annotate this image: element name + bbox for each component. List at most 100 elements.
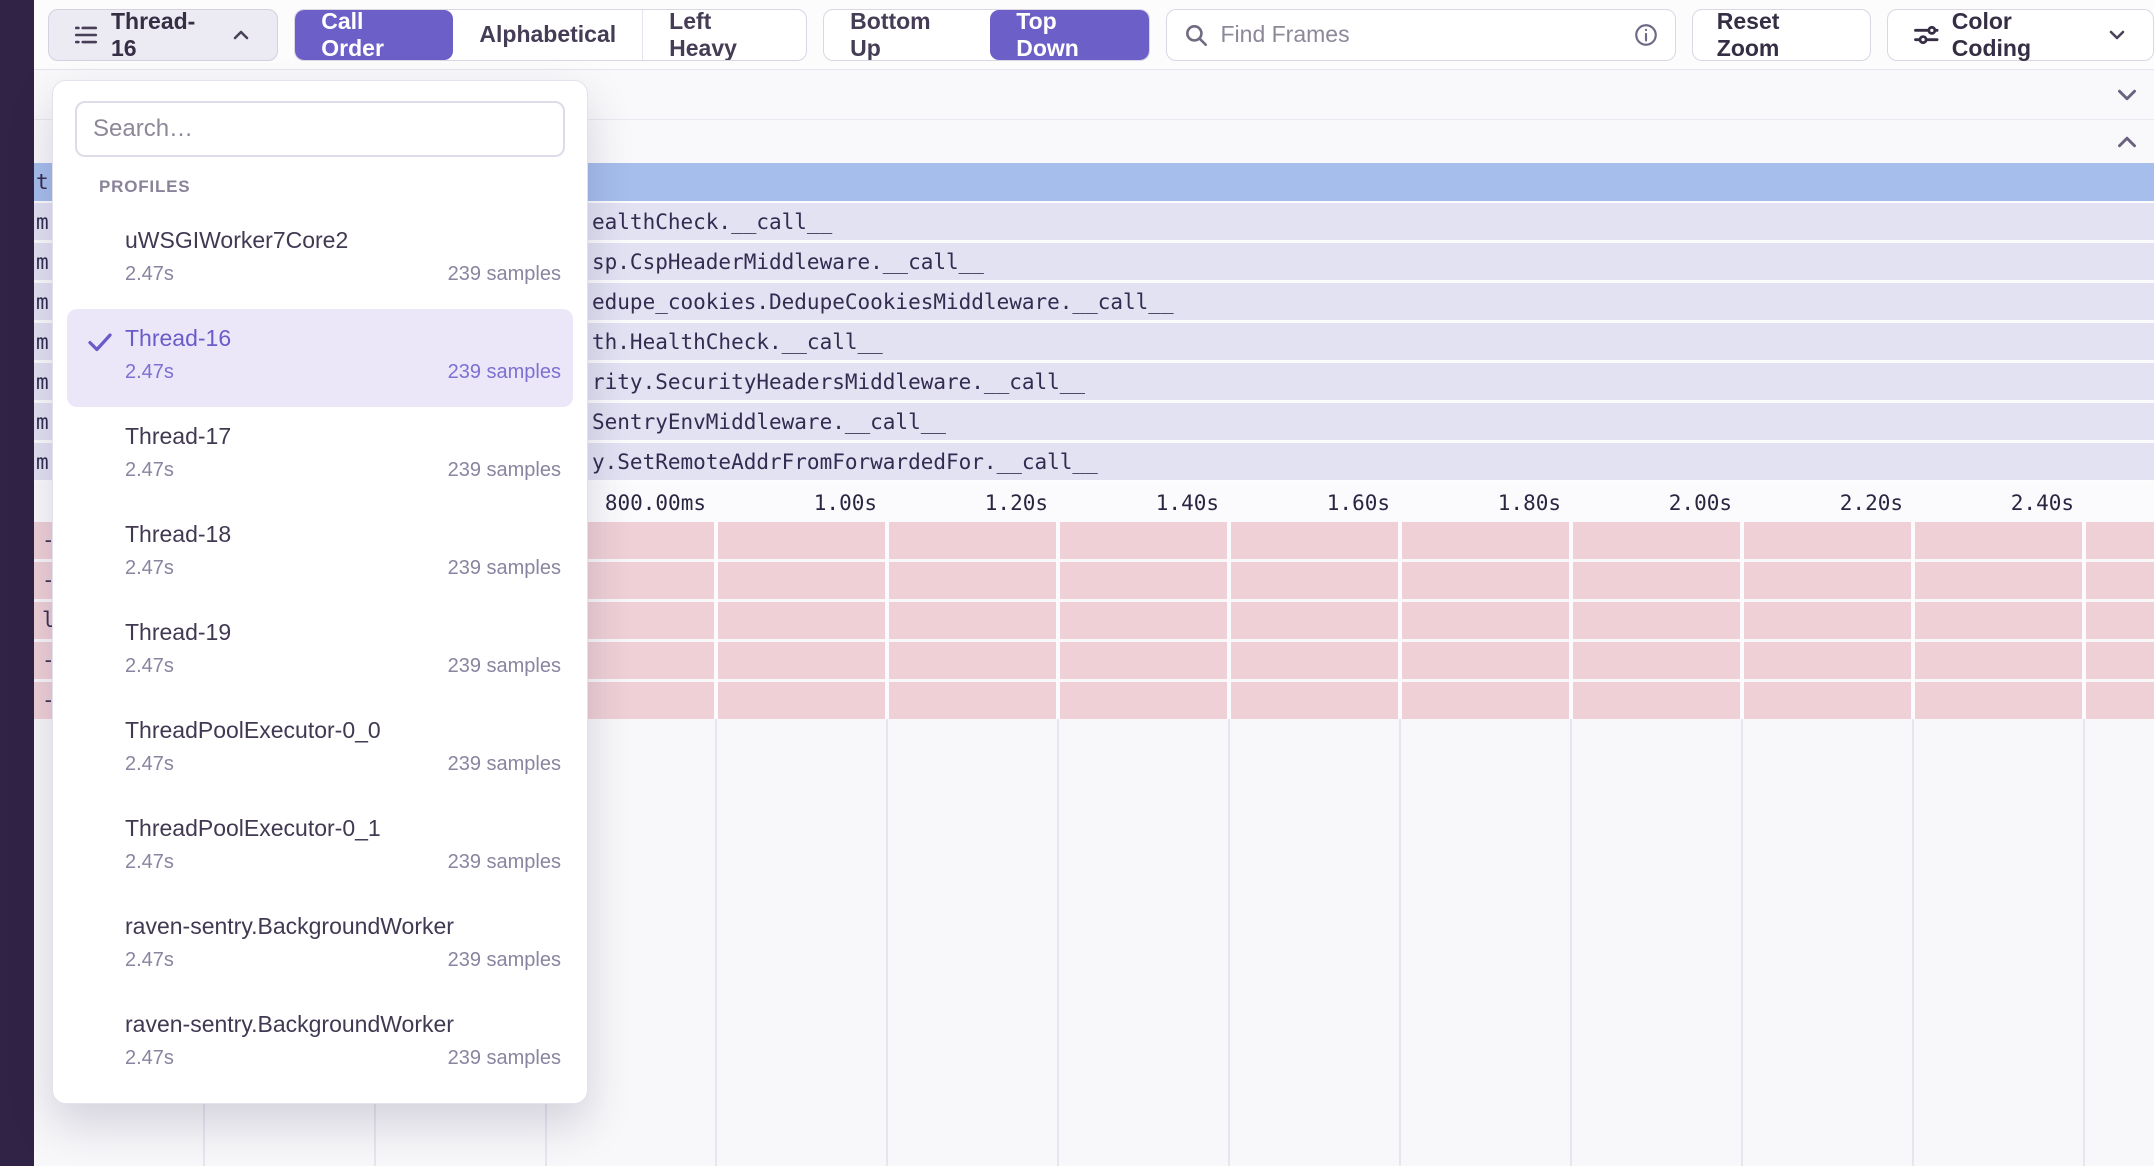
gridline (886, 719, 888, 1166)
direction-segmented-control: Bottom Up Top Down (823, 9, 1149, 61)
frame-label: th.HealthCheck.__call__ (592, 330, 883, 354)
thread-item-duration: 2.47s (125, 1047, 174, 1070)
gridline (1399, 719, 1401, 1166)
thread-item-samples: 239 samples (448, 655, 561, 678)
find-frames-input[interactable] (1221, 21, 1621, 48)
time-axis-label: 2.20s (1713, 491, 1903, 515)
search-icon (1183, 22, 1209, 48)
collapse-down-button[interactable] (2110, 78, 2144, 112)
thread-item-name: uWSGIWorker7Core2 (125, 225, 561, 255)
thread-item-duration: 2.47s (125, 949, 174, 972)
gridline (2082, 522, 2086, 719)
thread-item-duration: 2.47s (125, 263, 174, 286)
frame-fragment: m (36, 290, 49, 314)
checkmark-icon (85, 327, 115, 357)
time-axis-label: 2.40s (1884, 491, 2074, 515)
sort-option-alphabetical[interactable]: Alphabetical (453, 10, 642, 60)
thread-item[interactable]: uWSGIWorker7Core2 2.47s 239 samples (67, 211, 573, 309)
time-axis-label: 1.00s (687, 491, 877, 515)
thread-item-samples: 239 samples (448, 557, 561, 580)
frame-fragment: m (36, 250, 49, 274)
gridline (1227, 522, 1231, 719)
collapse-up-button[interactable] (2110, 125, 2144, 159)
frame-label: sp.CspHeaderMiddleware.__call__ (592, 250, 984, 274)
frame-fragment: m (36, 210, 49, 234)
color-coding-label: Color Coding (1952, 8, 2093, 62)
thread-item-duration: 2.47s (125, 459, 174, 482)
thread-item-samples: 239 samples (448, 949, 561, 972)
gridline (1398, 522, 1402, 719)
thread-item[interactable]: ThreadPoolExecutor-0_1 2.47s 239 samples (67, 799, 573, 897)
gridline (885, 522, 889, 719)
thread-item[interactable]: Thread-18 2.47s 239 samples (67, 505, 573, 603)
reset-zoom-label: Reset Zoom (1717, 8, 1846, 62)
direction-option-top-down[interactable]: Top Down (990, 10, 1148, 60)
info-icon[interactable] (1633, 22, 1659, 48)
time-axis-label: 1.40s (1029, 491, 1219, 515)
thread-item-name: ThreadPoolExecutor-0_1 (125, 813, 561, 843)
direction-option-bottom-up[interactable]: Bottom Up (824, 10, 990, 60)
list-icon (73, 22, 99, 48)
thread-item-name: raven-sentry.BackgroundWorker (125, 911, 561, 941)
gridline (714, 522, 718, 719)
time-axis-label: 1.20s (858, 491, 1048, 515)
thread-item-name: ThreadPoolExecutor-0_0 (125, 715, 561, 745)
gridline (1740, 522, 1744, 719)
thread-item[interactable]: ThreadPoolExecutor-0_0 2.47s 239 samples (67, 701, 573, 799)
reset-zoom-button[interactable]: Reset Zoom (1692, 9, 1871, 61)
thread-item[interactable]: Thread-17 2.47s 239 samples (67, 407, 573, 505)
thread-item-duration: 2.47s (125, 851, 174, 874)
chevron-down-icon (2105, 23, 2129, 47)
thread-item-name: Thread-17 (125, 421, 561, 451)
chevron-up-icon (2112, 127, 2142, 157)
frame-label: rity.SecurityHeadersMiddleware.__call__ (592, 370, 1085, 394)
chevron-up-icon (229, 23, 253, 47)
frame-label: edupe_cookies.DedupeCookiesMiddleware.__… (592, 290, 1174, 314)
thread-item-duration: 2.47s (125, 655, 174, 678)
frame-fragment: m (36, 370, 49, 394)
time-axis-label: 1.60s (1200, 491, 1390, 515)
thread-item[interactable]: raven-sentry.BackgroundWorker 2.47s 239 … (67, 897, 573, 995)
thread-item-selected[interactable]: Thread-16 2.47s 239 samples (67, 309, 573, 407)
thread-item-name: raven-sentry.BackgroundWorker (125, 1009, 561, 1039)
gridline (715, 719, 717, 1166)
toolbar: Thread-16 Call Order Alphabetical Left H… (34, 0, 2154, 70)
gridline (1228, 719, 1230, 1166)
time-axis-label: 2.00s (1542, 491, 1732, 515)
thread-item-samples: 239 samples (448, 263, 561, 286)
sort-option-left-heavy[interactable]: Left Heavy (642, 10, 806, 60)
thread-item-samples: 239 samples (448, 459, 561, 482)
sort-option-call-order[interactable]: Call Order (295, 10, 453, 60)
gridline (1056, 522, 1060, 719)
thread-search-input[interactable] (75, 101, 565, 157)
gridline (2083, 719, 2085, 1166)
frame-label: ealthCheck.__call__ (592, 210, 832, 234)
thread-item-duration: 2.47s (125, 753, 174, 776)
thread-item-duration: 2.47s (125, 557, 174, 580)
thread-list: uWSGIWorker7Core2 2.47s 239 samples Thre… (67, 211, 573, 1093)
thread-item-samples: 239 samples (448, 361, 561, 384)
color-coding-button[interactable]: Color Coding (1887, 9, 2154, 61)
frame-fragment: m (36, 450, 49, 474)
thread-selector-button[interactable]: Thread-16 (48, 9, 278, 61)
gridline (1569, 522, 1573, 719)
sidebar-strip (0, 0, 34, 1166)
thread-item-name: Thread-16 (125, 323, 561, 353)
chevron-down-icon (2112, 80, 2142, 110)
thread-item-name: Thread-18 (125, 519, 561, 549)
thread-item-duration: 2.47s (125, 361, 174, 384)
thread-item[interactable]: raven-sentry.BackgroundWorker 2.47s 239 … (67, 995, 573, 1093)
gridline (1057, 719, 1059, 1166)
time-axis-label: 1.80s (1371, 491, 1561, 515)
thread-item[interactable]: Thread-19 2.47s 239 samples (67, 603, 573, 701)
gridline (1912, 719, 1914, 1166)
profiles-section-label: PROFILES (99, 177, 190, 197)
thread-item-name: Thread-19 (125, 617, 561, 647)
thread-item-samples: 239 samples (448, 1047, 561, 1070)
profiler-app: Thread-16 Call Order Alphabetical Left H… (0, 0, 2154, 1166)
thread-dropdown-panel: PROFILES uWSGIWorker7Core2 2.47s 239 sam… (52, 80, 588, 1104)
frame-fragment: m (36, 330, 49, 354)
gridline (1741, 719, 1743, 1166)
frame-fragment: t (36, 170, 49, 194)
gridline (1911, 522, 1915, 719)
